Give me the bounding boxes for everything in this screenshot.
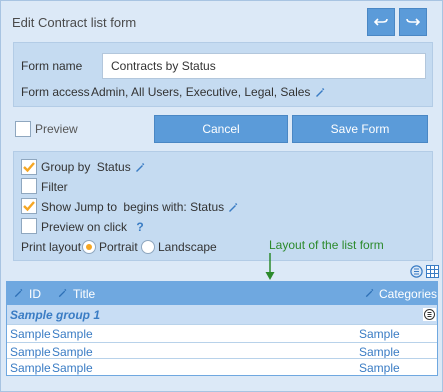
show-jump-checkbox[interactable] [21,198,37,214]
filter-checkbox[interactable] [21,178,37,194]
help-icon[interactable]: ? [136,220,143,234]
print-layout-label: Print layout [21,240,82,254]
edit-access-pencil-icon[interactable] [314,87,325,98]
landscape-label: Landscape [158,240,217,254]
checkmark-icon [23,201,35,212]
preview-on-click-option: Preview on click ? [41,220,144,234]
edit-group-by-pencil-icon[interactable] [134,162,145,173]
group-by-label: Group by [41,160,91,174]
filter-label: Filter [41,180,68,194]
cell-title: Sample [52,327,93,341]
column-title: Title [73,287,96,301]
cell-categories: Sample [359,361,400,375]
form-access-label: Form access [21,85,90,99]
form-name-input[interactable]: Contracts by Status [102,53,426,79]
layout-annotation: Layout of the list form [269,238,384,252]
form-settings-panel: Form name Contracts by Status Form acces… [13,42,433,107]
group-by-option: Group by Status [41,160,145,174]
cell-id: Sample [10,361,51,375]
preview-on-click-label: Preview on click [41,220,128,234]
form-access-text: Admin, All Users, Executive, Legal, Sale… [91,85,311,99]
cancel-button[interactable]: Cancel [154,115,288,143]
landscape-radio[interactable] [141,240,155,254]
column-id: ID [29,287,41,301]
form-name-label: Form name [21,59,83,73]
table-row: Sample Sample Sample [7,324,437,342]
portrait-label: Portrait [99,240,138,254]
show-jump-option: Show Jump to begins with: Status [41,200,238,214]
redo-button[interactable] [399,8,427,36]
column-categories: Categories [379,287,438,301]
table-header: ID Title Categories [7,282,437,305]
table-row: Sample Sample Sample [7,358,437,376]
save-form-button[interactable]: Save Form [292,115,428,143]
checkmark-icon [23,162,35,173]
group-settings-icon[interactable] [423,308,436,321]
cell-categories: Sample [359,327,400,341]
sort-settings-icon[interactable] [410,265,423,278]
preview-on-click-checkbox[interactable] [21,218,37,234]
cell-title: Sample [52,361,93,375]
annotation-arrow-icon [265,253,275,280]
show-jump-label: Show Jump to [41,200,118,214]
edit-column-pencil-icon[interactable] [364,288,374,298]
grid-layout-icon[interactable] [426,265,439,278]
group-by-checkbox[interactable] [21,159,37,175]
edit-column-pencil-icon[interactable] [13,288,23,298]
portrait-radio[interactable] [82,240,96,254]
cell-categories: Sample [359,345,400,359]
window-title: Edit Contract list form [12,15,137,30]
form-access-value: Admin, All Users, Executive, Legal, Sale… [91,85,325,99]
undo-icon [374,18,388,26]
preview-checkbox[interactable] [15,121,31,137]
edit-jump-pencil-icon[interactable] [227,202,238,213]
list-layout-table: ID Title Categories Sample group 1 Sampl… [6,281,438,376]
group-label: Sample group 1 [10,308,101,322]
cell-id: Sample [10,327,51,341]
cell-id: Sample [10,345,51,359]
edit-form-window: Edit Contract list form Form name Contra… [0,0,443,392]
group-by-value: Status [96,160,131,174]
edit-column-pencil-icon[interactable] [57,288,67,298]
group-row: Sample group 1 [7,305,437,324]
undo-button[interactable] [367,8,395,36]
show-jump-value: begins with: Status [123,200,225,214]
cell-title: Sample [52,345,93,359]
preview-label: Preview [35,122,78,136]
redo-icon [406,18,420,26]
